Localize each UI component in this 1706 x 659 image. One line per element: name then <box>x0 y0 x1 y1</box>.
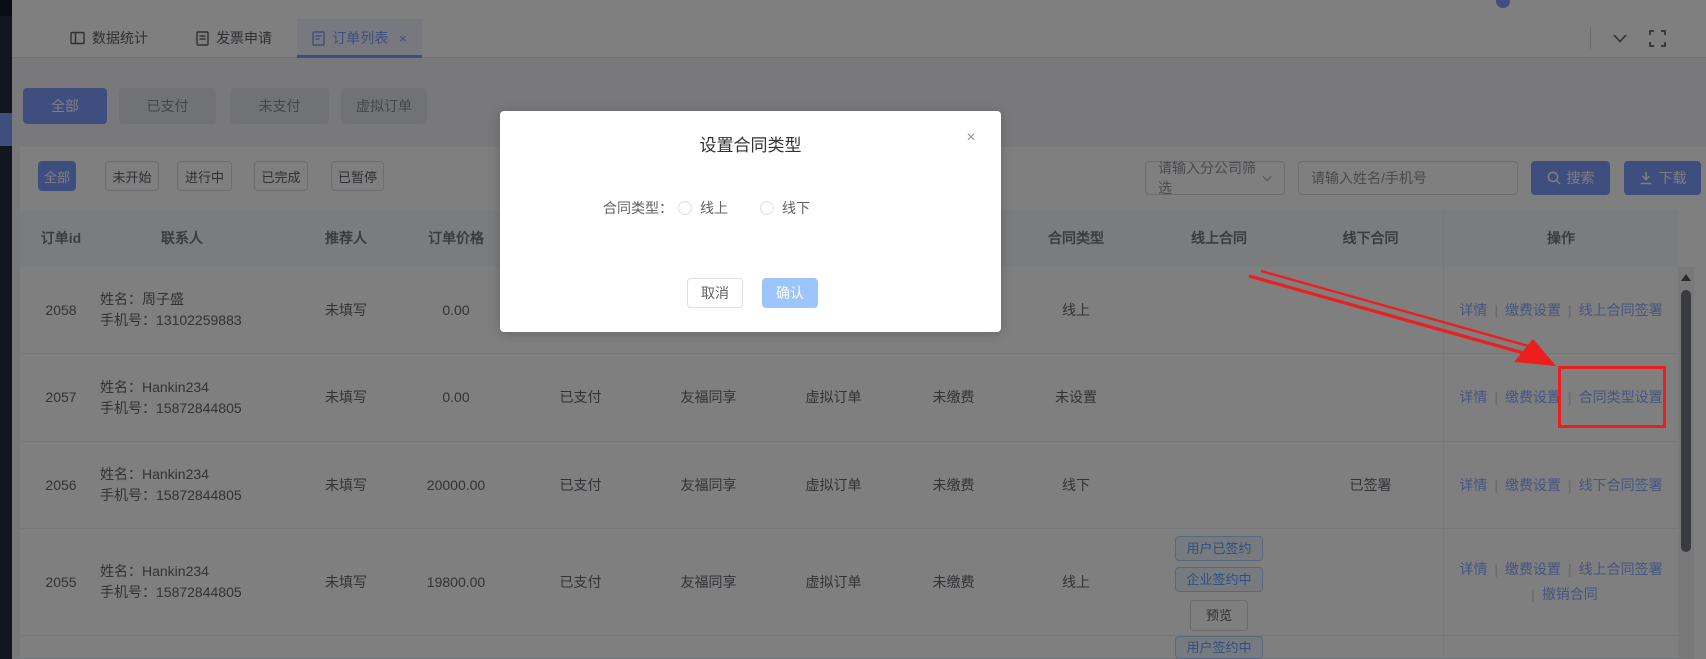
radio-offline[interactable]: 线下 <box>760 198 810 218</box>
contract-type-form-row: 合同类型： 线上 线下 <box>500 196 1001 218</box>
radio-offline-label: 线下 <box>782 198 810 218</box>
dialog-close-icon[interactable]: × <box>963 130 979 146</box>
annotation-red-box <box>1558 366 1666 428</box>
radio-circle-online[interactable] <box>678 201 692 215</box>
radio-online[interactable]: 线上 <box>678 198 728 218</box>
confirm-button[interactable]: 确认 <box>762 278 818 308</box>
order-management-page: 数据统计发票申请订单列表× 全部已支付未支付虚拟订单 全部未开始进行中已完成已暂… <box>0 0 1706 659</box>
radio-circle-offline[interactable] <box>760 201 774 215</box>
contract-type-label: 合同类型： <box>593 198 673 218</box>
set-contract-type-dialog: 设置合同类型 × 合同类型： 线上 线下 取消 确认 <box>500 111 1001 332</box>
radio-online-label: 线上 <box>700 198 728 218</box>
dialog-title: 设置合同类型 <box>500 131 1001 156</box>
cancel-button[interactable]: 取消 <box>687 278 743 308</box>
dialog-footer: 取消 确认 <box>500 278 1001 308</box>
